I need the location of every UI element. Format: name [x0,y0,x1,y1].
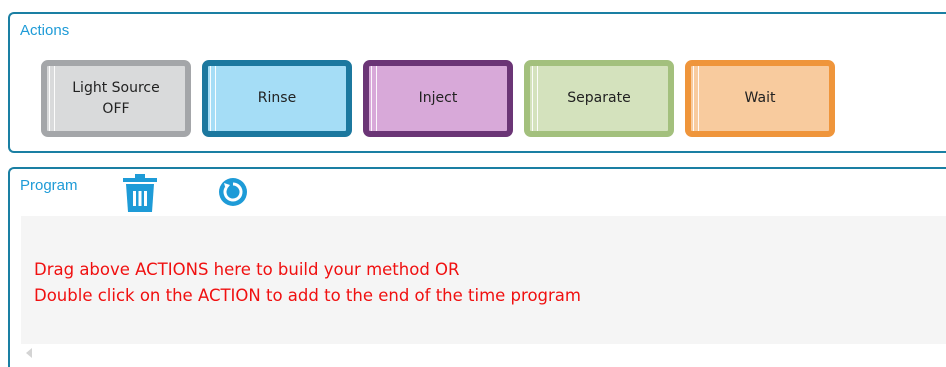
drag-grip-icon [532,66,538,131]
light-source-button[interactable]: Light Source OFF [41,60,191,137]
drop-instruction-line2: Double click on the ACTION to add to the… [34,286,581,305]
separate-button[interactable]: Separate [524,60,674,137]
drag-grip-icon [693,66,699,131]
light-source-label-line1: Light Source [72,79,160,96]
drop-instruction-line1: Drag above ACTIONS here to build your me… [34,260,460,279]
light-source-label: Light Source OFF [72,78,159,120]
scroll-left-arrow-icon[interactable] [26,348,32,358]
program-drop-area[interactable]: Drag above ACTIONS here to build your me… [21,216,946,344]
drag-grip-icon [49,66,55,131]
rinse-button[interactable]: Rinse [202,60,352,137]
rinse-label: Rinse [257,90,297,106]
wait-button[interactable]: Wait [685,60,835,137]
program-panel: Program Drag above ACTIONS here to build… [8,167,946,367]
drag-grip-icon [210,66,216,131]
inject-button[interactable]: Inject [363,60,513,137]
inject-label: Inject [418,90,458,106]
wait-label: Wait [744,90,776,106]
trash-icon[interactable] [122,174,158,212]
actions-panel: Actions Light Source OFF Rinse Inject Se… [8,12,946,153]
program-title: Program [20,177,78,194]
actions-title: Actions [20,22,70,39]
drag-grip-icon [371,66,377,131]
refresh-icon[interactable] [218,177,248,207]
light-source-label-line2: OFF [102,100,130,117]
separate-label: Separate [567,90,631,106]
